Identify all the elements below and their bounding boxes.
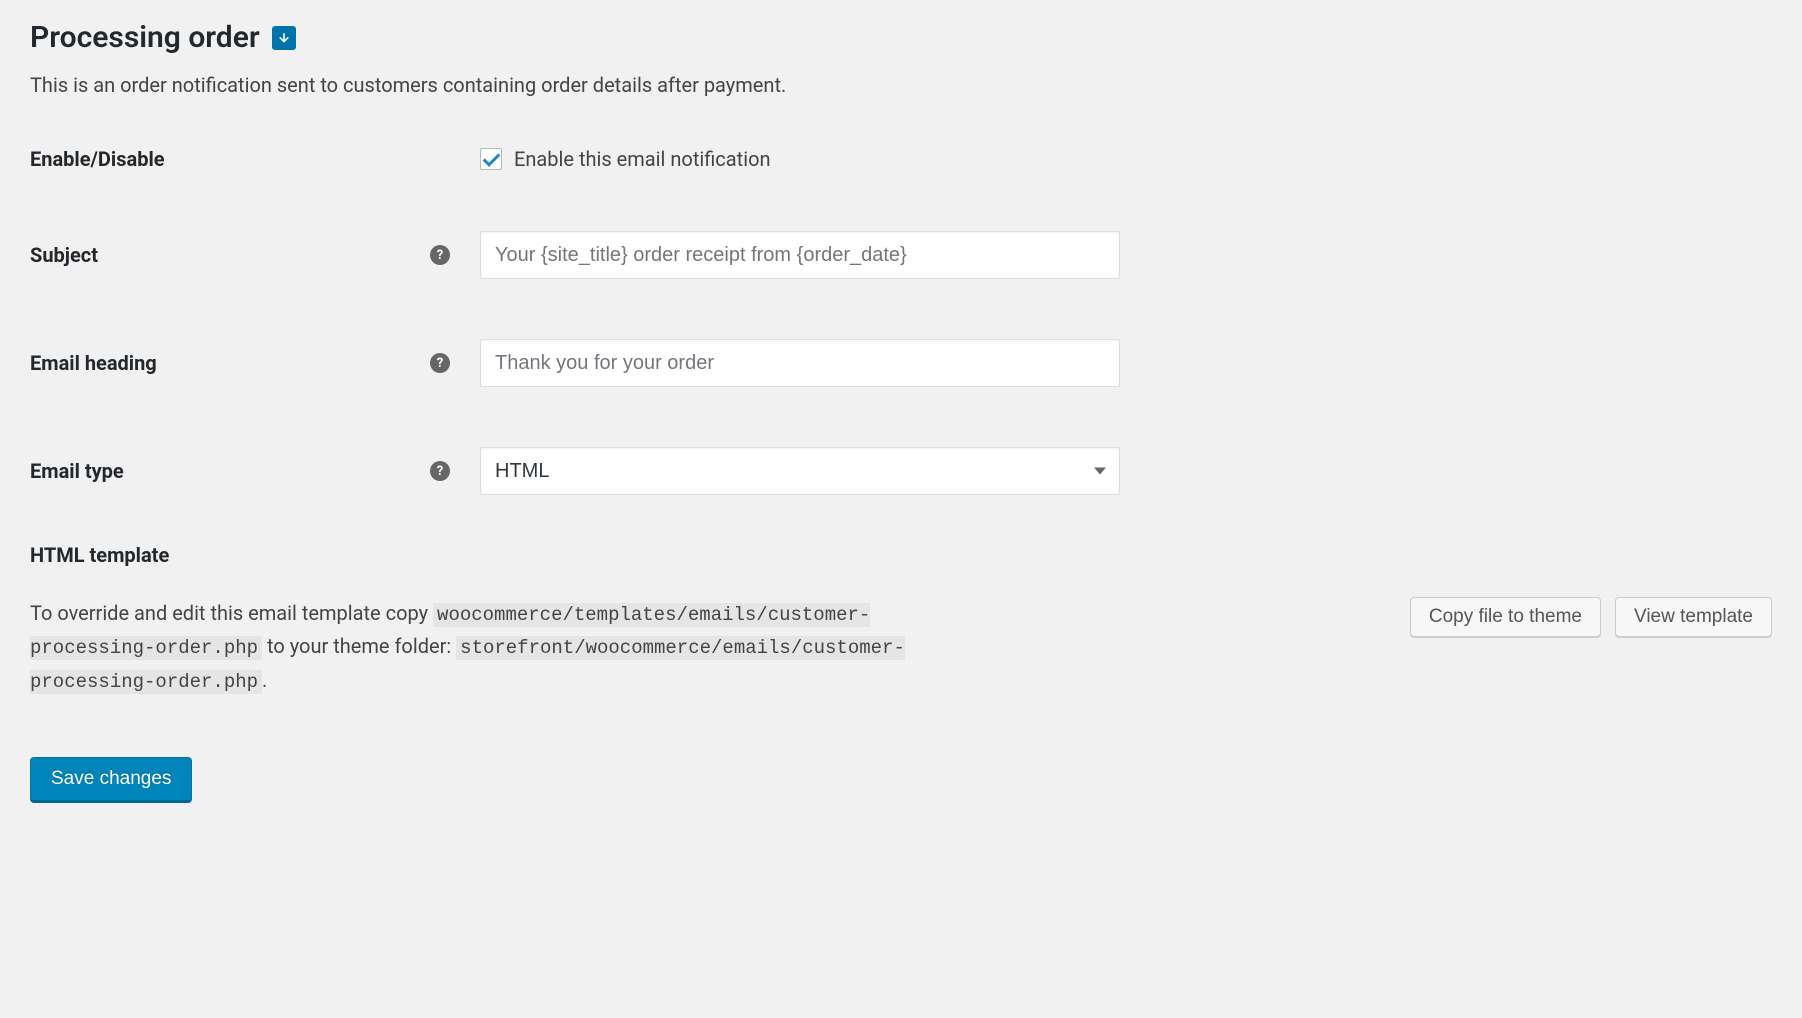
submit-row: Save changes: [30, 757, 1772, 802]
help-icon[interactable]: ?: [430, 353, 450, 373]
help-icon[interactable]: ?: [430, 461, 450, 481]
template-text-prefix: To override and edit this email template…: [30, 601, 433, 625]
enable-label: Enable/Disable: [30, 147, 165, 171]
subject-label: Subject: [30, 243, 98, 267]
template-text-middle: to your theme folder:: [262, 634, 456, 658]
enable-row: Enable/Disable Enable this email notific…: [30, 147, 1772, 171]
heading-input[interactable]: [480, 339, 1120, 387]
type-label: Email type: [30, 459, 124, 483]
type-select[interactable]: HTML: [480, 447, 1120, 495]
save-button[interactable]: Save changes: [30, 757, 192, 802]
template-text: To override and edit this email template…: [30, 597, 990, 697]
template-row: To override and edit this email template…: [30, 597, 1772, 697]
page-title: Processing order: [30, 20, 1772, 55]
enable-checkbox-label: Enable this email notification: [514, 147, 771, 171]
view-template-button[interactable]: View template: [1615, 597, 1772, 637]
template-actions: Copy file to theme View template: [1410, 597, 1772, 637]
heading-label: Email heading: [30, 351, 157, 375]
template-section-heading: HTML template: [30, 543, 1772, 567]
enable-checkbox-wrap[interactable]: Enable this email notification: [480, 147, 771, 171]
subject-row: Subject ?: [30, 231, 1772, 279]
enable-checkbox[interactable]: [480, 148, 502, 170]
template-text-suffix: .: [262, 668, 267, 692]
page-description: This is an order notification sent to cu…: [30, 73, 1772, 97]
subject-input[interactable]: [480, 231, 1120, 279]
back-icon[interactable]: [272, 26, 296, 50]
heading-row: Email heading ?: [30, 339, 1772, 387]
page-title-text: Processing order: [30, 20, 260, 55]
type-row: Email type ? HTML: [30, 447, 1772, 495]
copy-file-button[interactable]: Copy file to theme: [1410, 597, 1601, 637]
help-icon[interactable]: ?: [430, 245, 450, 265]
